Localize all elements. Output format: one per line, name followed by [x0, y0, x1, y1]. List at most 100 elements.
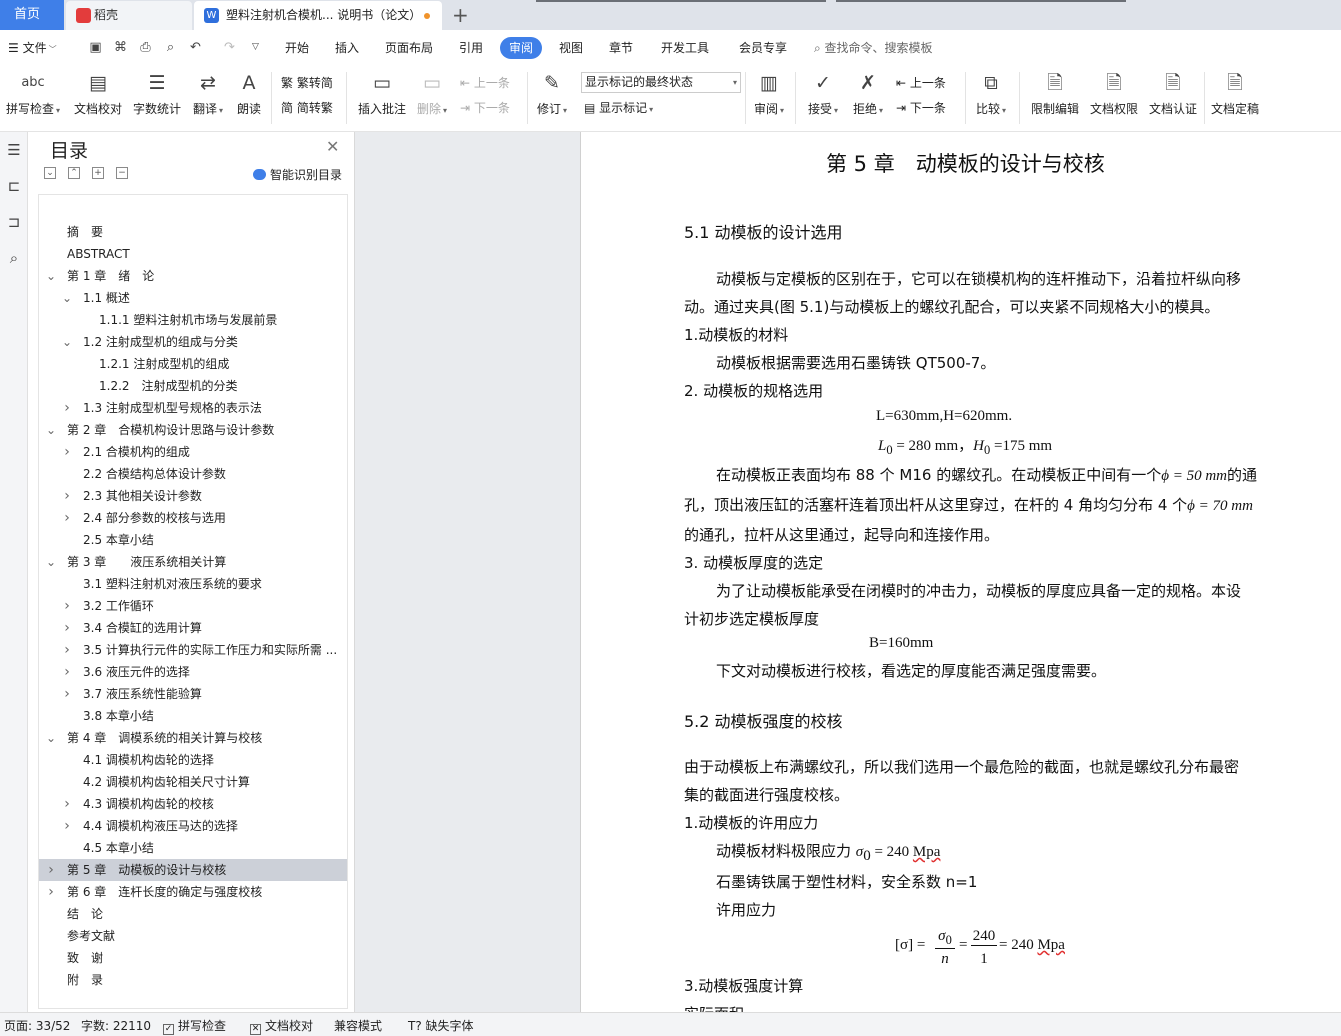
toc-item[interactable]: 附 录 — [39, 969, 347, 991]
markup-state-select[interactable]: 显示标记的最终状态 ▾ — [581, 72, 741, 93]
bookmark-icon[interactable]: ⊐ — [4, 212, 24, 232]
page-indicator[interactable]: 页面: 33/52 — [4, 1017, 70, 1034]
chevron-right-icon[interactable]: › — [61, 507, 73, 529]
toc-item[interactable]: ⌄ 1.1 概述 — [39, 287, 347, 309]
toc-item[interactable]: › 2.3 其他相关设计参数 — [39, 485, 347, 507]
menu-file[interactable]: ☰ 文件 ﹀ — [8, 30, 57, 66]
toc-item[interactable]: ⌄ 第 1 章 绪 论 — [39, 265, 347, 287]
menu-page-layout[interactable]: 页面布局 — [385, 30, 433, 66]
translate-button[interactable]: ⇄ 翻译 ▾ — [190, 70, 226, 117]
toc-item[interactable]: 1.2.2 注射成型机的分类 — [39, 375, 347, 397]
next-change-button[interactable]: ⇥ 下一条 — [896, 97, 946, 119]
prev-comment-button[interactable]: ⇤ 上一条 — [460, 72, 510, 94]
chevron-right-icon[interactable]: › — [61, 683, 73, 705]
show-marks-button[interactable]: ▤ 显示标记 ▾ — [584, 97, 653, 119]
chevron-down-icon[interactable]: ⌄ — [61, 287, 73, 309]
chevron-right-icon[interactable]: › — [45, 881, 57, 903]
toc-item[interactable]: › 2.4 部分参数的校核与选用 — [39, 507, 347, 529]
menu-developer[interactable]: 开发工具 — [661, 30, 709, 66]
chevron-down-icon[interactable]: ⌄ — [61, 331, 73, 353]
print-preview-icon[interactable]: ⌕ — [163, 40, 178, 55]
chevron-right-icon[interactable]: › — [61, 815, 73, 837]
collapse-up-icon[interactable]: ⌃ — [68, 167, 80, 179]
document-page[interactable]: 第 5 章 动模板的设计与校核 5.1 动模板的设计选用 动模板与定模板的区别在… — [580, 132, 1341, 1023]
prev-change-button[interactable]: ⇤ 上一条 — [896, 72, 946, 94]
restrict-edit-button[interactable]: 🗎 限制编辑 — [1029, 70, 1081, 117]
toc-item[interactable]: › 3.2 工作循环 — [39, 595, 347, 617]
print-icon[interactable]: ⎙ — [138, 40, 153, 55]
doc-proof-status[interactable]: ✕ 文档校对 — [250, 1017, 313, 1035]
smart-toc-button[interactable]: 智能识别目录 — [253, 166, 342, 183]
search-icon[interactable]: ⌕ — [4, 248, 24, 268]
chevron-right-icon[interactable]: › — [61, 595, 73, 617]
finalize-doc-button[interactable]: 🗎 文档定稿 — [1209, 70, 1261, 117]
track-changes-button[interactable]: ✎ 修订 ▾ — [534, 70, 570, 117]
compare-button[interactable]: ⧉ 比较 ▾ — [973, 70, 1009, 117]
outline-icon[interactable]: ☰ — [4, 140, 24, 160]
format-painter-icon[interactable]: ⌘ — [113, 40, 128, 55]
menu-chapter[interactable]: 章节 — [609, 30, 633, 66]
reject-button[interactable]: ✗ 拒绝 ▾ — [850, 70, 886, 117]
redo-icon[interactable]: ↷ — [222, 40, 237, 55]
toc-item[interactable]: 1.1.1 塑料注射机市场与发展前景 — [39, 309, 347, 331]
missing-font-status[interactable]: T? 缺失字体 — [408, 1017, 474, 1034]
chevron-right-icon[interactable]: › — [61, 441, 73, 463]
toc-item[interactable]: 摘 要 — [39, 221, 347, 243]
toc-item[interactable]: › 4.3 调模机构齿轮的校核 — [39, 793, 347, 815]
chevron-right-icon[interactable]: › — [61, 397, 73, 419]
delete-comment-button[interactable]: ▭ 删除 ▾ — [414, 70, 450, 117]
chevron-down-icon[interactable]: ⌄ — [45, 551, 57, 573]
menu-member[interactable]: 会员专享 — [739, 30, 787, 66]
read-aloud-button[interactable]: A 朗读 — [235, 70, 263, 117]
chevron-right-icon[interactable]: › — [61, 661, 73, 683]
chevron-right-icon[interactable]: › — [61, 617, 73, 639]
toc-item[interactable]: ABSTRACT — [39, 243, 347, 265]
toc-item[interactable]: 4.5 本章小结 — [39, 837, 347, 859]
toc-item[interactable]: ⌄ 第 3 章 液压系统相关计算 — [39, 551, 347, 573]
save-icon[interactable]: ▣ — [88, 40, 103, 55]
chevron-right-icon[interactable]: › — [61, 485, 73, 507]
close-icon[interactable]: ✕ — [326, 137, 339, 156]
undo-icon[interactable]: ↶ — [188, 40, 203, 55]
toc-item[interactable]: 3.1 塑料注射机对液压系统的要求 — [39, 573, 347, 595]
spell-check-button[interactable]: abc 拼写检查 ▾ — [4, 70, 62, 117]
menu-home[interactable]: 开始 — [285, 30, 309, 66]
toc-item[interactable]: › 3.4 合模缸的选用计算 — [39, 617, 347, 639]
toc-item[interactable]: 4.2 调模机构齿轮相关尺寸计算 — [39, 771, 347, 793]
doc-proof-button[interactable]: ▤ 文档校对 — [72, 70, 124, 117]
chevron-right-icon[interactable]: › — [45, 859, 57, 881]
compat-mode-status[interactable]: 兼容模式 — [334, 1017, 382, 1034]
toc-item[interactable]: ⌄ 第 4 章 调模系统的相关计算与校核 — [39, 727, 347, 749]
menu-view[interactable]: 视图 — [559, 30, 583, 66]
toc-item[interactable]: ⌄ 第 2 章 合模机构设计思路与设计参数 — [39, 419, 347, 441]
chevron-down-icon[interactable]: ⌄ — [45, 419, 57, 441]
word-count-indicator[interactable]: 字数: 22110 — [81, 1017, 151, 1034]
chapter-nav-icon[interactable]: ⊏ — [4, 176, 24, 196]
menu-references[interactable]: 引用 — [459, 30, 483, 66]
toc-item[interactable]: 参考文献 — [39, 925, 347, 947]
review-pane-button[interactable]: ▥ 审阅 ▾ — [751, 70, 787, 117]
toc-item[interactable]: 4.1 调模机构齿轮的选择 — [39, 749, 347, 771]
chevron-down-icon[interactable]: ⌄ — [45, 265, 57, 287]
toc-item[interactable]: › 第 6 章 连杆长度的确定与强度校核 — [39, 881, 347, 903]
chevron-down-icon[interactable]: ⌄ — [45, 727, 57, 749]
tab-daoke[interactable]: 稻壳 — [66, 1, 192, 30]
customize-quick-icon[interactable]: ▽ — [248, 40, 263, 55]
spell-check-status[interactable]: ✓ 拼写检查 — [163, 1017, 226, 1035]
toc-item[interactable]: 3.8 本章小结 — [39, 705, 347, 727]
toc-item[interactable]: › 3.5 计算执行元件的实际工作压力和实际所需 ... — [39, 639, 347, 661]
tab-document[interactable]: W 塑料注射机合模机... 说明书（论文） — [194, 1, 442, 30]
toc-item[interactable]: 结 论 — [39, 903, 347, 925]
toc-item[interactable]: › 3.6 液压元件的选择 — [39, 661, 347, 683]
toc-item[interactable]: 2.2 合模结构总体设计参数 — [39, 463, 347, 485]
toc-item[interactable]: › 第 5 章 动模板的设计与校核 — [39, 859, 347, 881]
expand-down-icon[interactable]: ⌄ — [44, 167, 56, 179]
menu-insert[interactable]: 插入 — [335, 30, 359, 66]
command-search[interactable]: ⌕ 查找命令、搜索模板 — [814, 30, 933, 66]
toc-item[interactable]: › 4.4 调模机构液压马达的选择 — [39, 815, 347, 837]
toc-item[interactable]: › 1.3 注射成型机型号规格的表示法 — [39, 397, 347, 419]
chevron-right-icon[interactable]: › — [61, 639, 73, 661]
toc-item[interactable]: ⌄ 1.2 注射成型机的组成与分类 — [39, 331, 347, 353]
insert-comment-button[interactable]: ▭ 插入批注 — [356, 70, 408, 117]
expand-all-icon[interactable]: + — [92, 167, 104, 179]
